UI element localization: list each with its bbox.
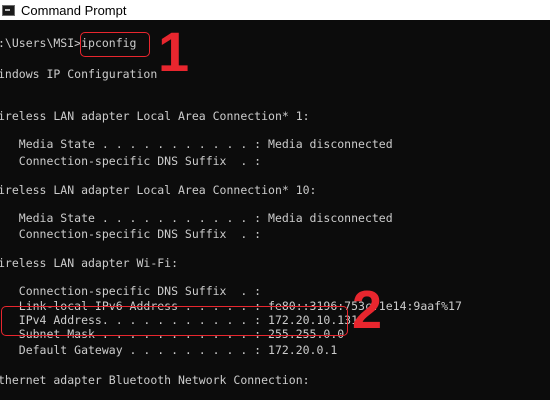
command-highlight-box — [80, 32, 150, 57]
output-line-adapter-lac10: ireless LAN adapter Local Area Connectio… — [0, 183, 317, 197]
ipv4-highlight-box — [1, 306, 348, 336]
cmd-icon — [2, 4, 15, 16]
output-line-media-state-2: Media State . . . . . . . . . . . : Medi… — [0, 211, 393, 225]
output-line-dns-suffix-wifi: Connection-specific DNS Suffix . : — [0, 284, 262, 298]
output-line-dns-suffix-2: Connection-specific DNS Suffix . : — [0, 227, 262, 241]
output-line-adapter-wifi: ireless LAN adapter Wi-Fi: — [0, 256, 179, 270]
command-prompt-window: Command Prompt :\Users\MSI>ipconfig indo… — [0, 0, 550, 400]
title-bar: Command Prompt — [0, 0, 550, 20]
output-line-adapter-bluetooth: thernet adapter Bluetooth Network Connec… — [0, 373, 310, 387]
prompt-path: :\Users\MSI> — [0, 36, 82, 50]
console-output[interactable]: :\Users\MSI>ipconfig indows IP Configura… — [0, 20, 550, 400]
output-line-media-state-1: Media State . . . . . . . . . . . : Medi… — [0, 137, 393, 151]
window-title: Command Prompt — [21, 2, 127, 18]
output-line-default-gateway: Default Gateway . . . . . . . . . : 172.… — [0, 343, 338, 357]
output-line-adapter-lac1: ireless LAN adapter Local Area Connectio… — [0, 109, 310, 123]
output-line-dns-suffix-1: Connection-specific DNS Suffix . : — [0, 154, 262, 168]
output-line-ip-config-header: indows IP Configuration — [0, 67, 158, 81]
step-1-label: 1 — [158, 20, 190, 83]
step-2-label: 2 — [352, 280, 383, 340]
